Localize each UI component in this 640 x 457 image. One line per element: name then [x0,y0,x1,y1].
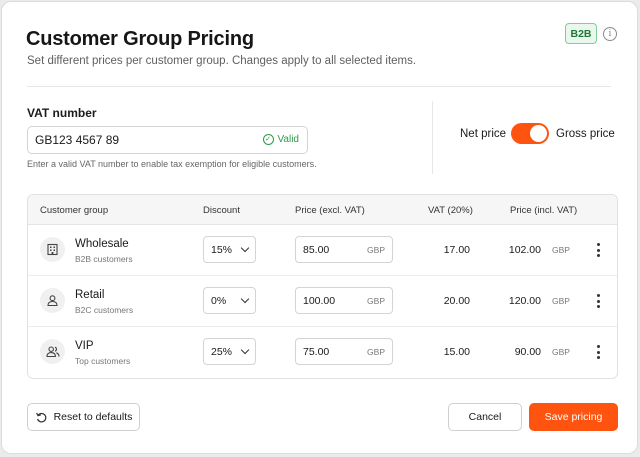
table-row: Wholesale B2B customers 15% 85.00 GBP 17… [28,225,617,276]
discount-value: 0% [211,294,227,307]
discount-select[interactable]: 0% [203,287,256,314]
net-price-label[interactable]: Net price [460,128,506,140]
price-excl-input[interactable]: 75.00 GBP [295,338,393,365]
cancel-button[interactable]: Cancel [448,403,522,431]
discount-value: 25% [211,345,233,358]
page-subtitle: Set different prices per customer group.… [27,55,417,67]
price-excl-value: 75.00 [303,345,330,358]
group-name: Retail [75,289,105,301]
vat-amount: 17.00 [443,244,470,256]
group-description: B2C customers [75,305,134,315]
column-header-price-incl: Price (incl. VAT) [510,205,578,216]
more-options-icon[interactable] [593,294,603,308]
save-pricing-button[interactable]: Save pricing [529,403,618,431]
discount-value: 15% [211,243,233,256]
vat-amount: 20.00 [443,295,470,307]
discount-select[interactable]: 15% [203,236,256,263]
currency-label: GBP [552,347,570,357]
price-mode-toggle[interactable] [511,123,549,144]
page-title: Customer Group Pricing [26,28,254,50]
check-circle-icon: ✓ [262,134,274,145]
chevron-down-icon [240,294,250,304]
gross-price-label[interactable]: Gross price [556,128,615,140]
currency-label: GBP [552,245,570,255]
price-excl-input[interactable]: 100.00 GBP [295,287,393,314]
vat-number-value: GB123 4567 89 [35,133,120,147]
table-row: VIP Top customers 25% 75.00 GBP 15.00 90… [28,327,617,378]
more-options-icon[interactable] [593,243,603,257]
pricing-table: Customer group Discount Price (excl. VAT… [27,194,618,379]
vat-valid-indicator: ✓ Valid [262,134,300,145]
price-excl-value: 85.00 [303,243,330,256]
group-description: Top customers [75,356,131,366]
reset-defaults-button[interactable]: Reset to defaults [27,403,140,431]
vat-valid-text: Valid [277,134,300,145]
vat-label: VAT number [27,106,97,120]
vat-number-input[interactable]: GB123 4567 89 ✓ Valid [27,126,308,154]
group-description: B2B customers [75,254,133,264]
vat-amount: 15.00 [443,346,470,358]
currency-label: GBP [367,245,385,255]
header-divider [27,86,611,87]
column-header-discount: Discount [203,205,240,216]
b2b-badge: B2B [565,23,597,44]
price-excl-value: 100.00 [303,294,336,307]
info-icon[interactable]: i [603,27,617,41]
column-header-price-excl: Price (excl. VAT) [295,205,365,216]
group-name: Wholesale [75,238,129,250]
pricing-card: Customer Group Pricing Set different pri… [1,1,638,454]
chevron-down-icon [240,243,250,253]
user-icon [40,288,65,313]
reset-icon [35,412,46,422]
vat-help-text: Enter a valid VAT number to enable tax e… [27,159,317,169]
price-incl-value: 90.00 [514,346,541,358]
chevron-down-icon [240,345,250,355]
section-divider [432,101,433,174]
price-excl-input[interactable]: 85.00 GBP [295,236,393,263]
group-name: VIP [75,340,94,352]
table-row: Retail B2C customers 0% 100.00 GBP 20.00… [28,276,617,327]
users-icon [40,339,65,364]
table-header: Customer group Discount Price (excl. VAT… [28,195,617,225]
price-incl-value: 102.00 [508,244,541,256]
more-options-icon[interactable] [593,345,603,359]
price-incl-value: 120.00 [508,295,541,307]
column-header-group: Customer group [40,205,109,216]
reset-defaults-label: Reset to defaults [53,411,133,423]
column-header-vat: VAT (20%) [428,205,473,216]
toggle-knob [530,125,547,142]
currency-label: GBP [367,296,385,306]
discount-select[interactable]: 25% [203,338,256,365]
currency-label: GBP [367,347,385,357]
currency-label: GBP [552,296,570,306]
building-icon [40,237,65,262]
